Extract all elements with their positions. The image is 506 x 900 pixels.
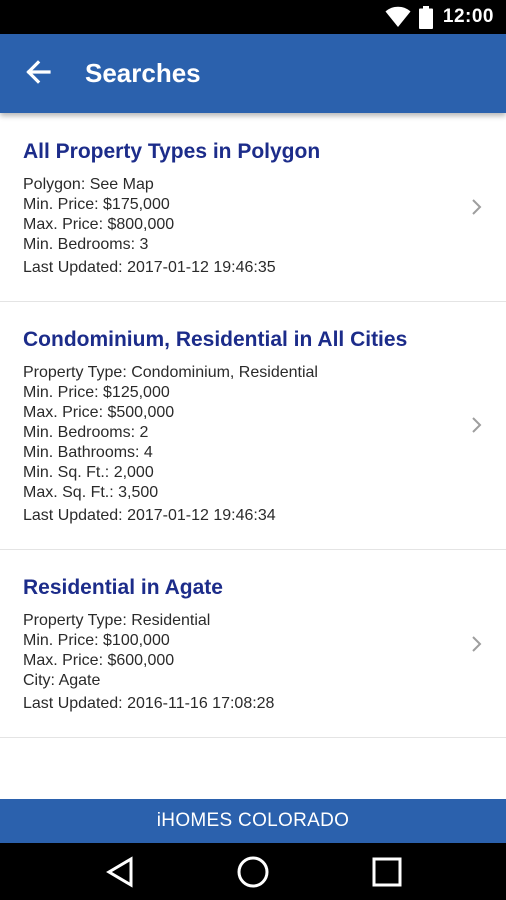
saved-search-list: All Property Types in Polygon Polygon: S…	[0, 113, 506, 738]
home-circle-icon	[237, 856, 269, 888]
status-bar: 12:00	[0, 0, 506, 34]
criteria-line: Min. Sq. Ft.: 2,000	[23, 464, 154, 481]
battery-icon	[418, 5, 433, 29]
chevron-right-icon	[472, 636, 482, 652]
criteria-line: Min. Price: $100,000	[23, 632, 170, 649]
search-title: All Property Types in Polygon	[23, 140, 321, 163]
search-criteria: Property Type: Condominium, Residential …	[23, 363, 318, 503]
search-criteria: Property Type: Residential Min. Price: $…	[23, 611, 210, 691]
chevron-right-icon	[472, 199, 482, 215]
criteria-line: Min. Bedrooms: 3	[23, 236, 149, 253]
last-updated: Last Updated: 2016-11-16 17:08:28	[23, 695, 275, 712]
page-title: Searches	[85, 58, 201, 88]
status-time: 12:00	[442, 6, 494, 27]
search-criteria: Polygon: See Map Min. Price: $175,000 Ma…	[23, 175, 174, 255]
search-title: Condominium, Residential in All Cities	[23, 328, 408, 351]
criteria-line: Max. Sq. Ft.: 3,500	[23, 484, 159, 501]
criteria-line: City: Agate	[23, 672, 101, 689]
recents-square-icon	[372, 857, 402, 887]
search-title: Residential in Agate	[23, 576, 223, 599]
criteria-line: Min. Price: $175,000	[23, 196, 170, 213]
nav-recents-button[interactable]	[367, 852, 407, 892]
chevron-right-icon	[472, 417, 482, 433]
back-button[interactable]	[16, 54, 60, 94]
nav-home-button[interactable]	[233, 852, 273, 892]
criteria-line: Polygon: See Map	[23, 176, 154, 193]
criteria-line: Max. Price: $600,000	[23, 652, 175, 669]
last-updated: Last Updated: 2017-01-12 19:46:34	[23, 507, 276, 524]
wifi-icon	[385, 6, 411, 28]
footer-brand-bar: iHOMES COLORADO	[0, 799, 506, 843]
status-icons: 12:00	[385, 5, 494, 29]
app-bar: Searches	[0, 34, 506, 113]
system-nav-bar	[0, 843, 506, 900]
back-triangle-icon	[106, 856, 133, 888]
saved-search-item[interactable]: Condominium, Residential in All Cities P…	[0, 302, 506, 550]
criteria-line: Min. Bathrooms: 4	[23, 444, 153, 461]
nav-back-button[interactable]	[100, 852, 140, 892]
criteria-line: Property Type: Condominium, Residential	[23, 364, 318, 381]
criteria-line: Min. Price: $125,000	[23, 384, 170, 401]
saved-search-item[interactable]: All Property Types in Polygon Polygon: S…	[0, 113, 506, 302]
criteria-line: Property Type: Residential	[23, 612, 211, 629]
last-updated: Last Updated: 2017-01-12 19:46:35	[23, 259, 276, 276]
criteria-line: Max. Price: $500,000	[23, 404, 175, 421]
criteria-line: Min. Bedrooms: 2	[23, 424, 149, 441]
arrow-left-icon	[25, 59, 51, 89]
saved-search-item[interactable]: Residential in Agate Property Type: Resi…	[0, 550, 506, 738]
criteria-line: Max. Price: $800,000	[23, 216, 175, 233]
